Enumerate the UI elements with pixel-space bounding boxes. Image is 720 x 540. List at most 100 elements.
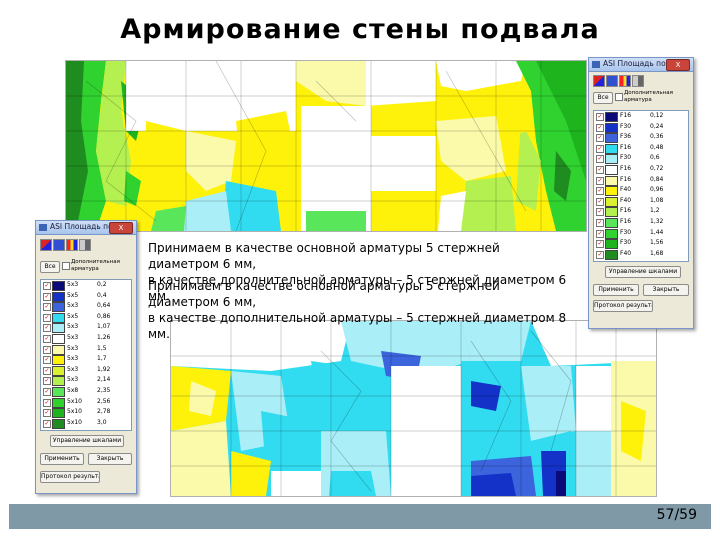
legend-row[interactable]: ✓ 5x10 3,0 xyxy=(41,418,131,429)
legend-row-checkbox[interactable]: ✓ xyxy=(596,166,604,174)
legend-color-swatch xyxy=(605,249,618,260)
legend-row[interactable]: ✓ F16 0,12 xyxy=(594,111,688,122)
all-button[interactable]: Все xyxy=(40,261,60,273)
legend-row-checkbox[interactable]: ✓ xyxy=(43,356,51,365)
palette-stripes-icon[interactable] xyxy=(619,75,631,87)
legend-row-checkbox[interactable]: ✓ xyxy=(596,155,604,164)
dialog-area-x-titlebar[interactable]: ASI Площадь по X X xyxy=(589,58,693,72)
close-button[interactable]: X xyxy=(109,222,133,234)
legend-row[interactable]: ✓ 5x3 1,7 xyxy=(41,354,131,366)
legend-row[interactable]: ✓ F16 0,72 xyxy=(594,164,688,175)
legend-row[interactable]: ✓ F16 1,32 xyxy=(594,217,688,228)
legend-row-checkbox[interactable]: ✓ xyxy=(43,419,51,428)
legend-row-checkbox[interactable]: ✓ xyxy=(596,176,604,185)
palette-blue-icon[interactable] xyxy=(53,239,65,251)
legend-color-swatch xyxy=(52,355,65,366)
legend-row-checkbox[interactable]: ✓ xyxy=(43,335,51,343)
palette-gray-icon[interactable] xyxy=(79,239,91,251)
legend-row[interactable]: ✓ F30 0,6 xyxy=(594,153,688,165)
legend-color-swatch xyxy=(52,281,65,291)
report-button[interactable]: Протокол результатов xyxy=(40,471,100,483)
legend-row[interactable]: ✓ 5x8 2,35 xyxy=(41,386,131,397)
legend-row-checkbox[interactable]: ✓ xyxy=(43,398,51,407)
legend-row-checkbox[interactable]: ✓ xyxy=(43,313,51,322)
manage-scales-button[interactable]: Управление шкалами xyxy=(50,435,124,447)
palette-red-blue-icon[interactable] xyxy=(40,239,52,251)
legend-row[interactable]: ✓ F36 0,36 xyxy=(594,132,688,144)
palette-gray-icon[interactable] xyxy=(632,75,644,87)
additional-checkbox[interactable] xyxy=(615,93,623,101)
legend-row[interactable]: ✓ 5x3 1,07 xyxy=(41,322,131,334)
palette-blue-icon[interactable] xyxy=(606,75,618,87)
legend-color-swatch xyxy=(605,175,618,186)
legend-list-y[interactable]: ✓ 5x3 0,2 ✓ 5x5 0,4 ✓ 5x3 0,64 ✓ 5x5 0,86 ✓ 5x3 1,07 ✓ 5… xyxy=(40,279,132,431)
legend-row-checkbox[interactable]: ✓ xyxy=(596,197,604,206)
legend-row[interactable]: ✓ F40 1,08 xyxy=(594,196,688,207)
legend-row-value: 1,07 xyxy=(97,323,111,331)
manage-scales-button[interactable]: Управление шкалами xyxy=(605,266,681,278)
legend-row[interactable]: ✓ F30 0,24 xyxy=(594,122,688,133)
report-button[interactable]: Протокол результатов xyxy=(593,300,653,312)
dialog-area-x-title: ASI Площадь по X xyxy=(603,59,674,68)
legend-row[interactable]: ✓ 5x3 0,64 xyxy=(41,301,131,313)
legend-row[interactable]: ✓ 5x3 2,14 xyxy=(41,375,131,387)
dialog-area-y[interactable]: ASI Площадь по Y X Все Дополнительная ар… xyxy=(35,220,137,494)
legend-row-checkbox[interactable]: ✓ xyxy=(596,240,604,249)
legend-row-value: 1,5 xyxy=(97,344,107,352)
legend-row-value: 2,14 xyxy=(97,376,111,384)
legend-row-checkbox[interactable]: ✓ xyxy=(43,345,51,354)
all-button[interactable]: Все xyxy=(593,92,613,104)
apply-button[interactable]: Применить xyxy=(40,453,84,465)
legend-row-checkbox[interactable]: ✓ xyxy=(43,377,51,386)
palette-stripes-icon[interactable] xyxy=(66,239,78,251)
legend-row-checkbox[interactable]: ✓ xyxy=(43,366,51,375)
legend-row[interactable]: ✓ 5x3 1,5 xyxy=(41,344,131,355)
legend-row-checkbox[interactable]: ✓ xyxy=(43,282,51,290)
legend-row[interactable]: ✓ F40 1,68 xyxy=(594,249,688,260)
legend-row[interactable]: ✓ 5x10 2,78 xyxy=(41,407,131,419)
legend-row-checkbox[interactable]: ✓ xyxy=(43,409,51,418)
close-dialog-button[interactable]: Закрыть xyxy=(643,284,689,296)
legend-row[interactable]: ✓ F30 1,44 xyxy=(594,228,688,239)
legend-row[interactable]: ✓ F30 1,56 xyxy=(594,238,688,250)
dialog-area-y-titlebar[interactable]: ASI Площадь по Y X xyxy=(36,221,136,235)
legend-row[interactable]: ✓ 5x3 1,92 xyxy=(41,365,131,376)
dialog-area-x[interactable]: ASI Площадь по X X Все Дополнительная ар… xyxy=(588,57,694,329)
close-dialog-button[interactable]: Закрыть xyxy=(88,453,132,465)
legend-row[interactable]: ✓ F16 1,2 xyxy=(594,206,688,218)
legend-row-checkbox[interactable]: ✓ xyxy=(596,113,604,121)
legend-list-x[interactable]: ✓ F16 0,12 ✓ F30 0,24 ✓ F36 0,36 ✓ F16 0,48 ✓ F30 0,6 ✓… xyxy=(593,110,689,262)
legend-row-checkbox[interactable]: ✓ xyxy=(596,250,604,259)
legend-row[interactable]: ✓ 5x3 0,2 xyxy=(41,280,131,291)
legend-row[interactable]: ✓ 5x5 0,4 xyxy=(41,291,131,302)
legend-row-checkbox[interactable]: ✓ xyxy=(43,303,51,312)
additional-checkbox[interactable] xyxy=(62,262,70,270)
apply-button[interactable]: Применить xyxy=(593,284,639,296)
legend-row-value: 0,12 xyxy=(650,112,664,119)
legend-row-checkbox[interactable]: ✓ xyxy=(596,144,604,153)
close-button[interactable]: X xyxy=(666,59,690,71)
legend-row-checkbox[interactable]: ✓ xyxy=(596,219,604,227)
palette-red-blue-icon[interactable] xyxy=(593,75,605,87)
legend-row[interactable]: ✓ 5x3 1,26 xyxy=(41,333,131,344)
legend-row-checkbox[interactable]: ✓ xyxy=(596,134,604,143)
legend-row-code: 5x3 xyxy=(67,365,79,373)
legend-row[interactable]: ✓ F16 0,48 xyxy=(594,143,688,154)
legend-row-code: F16 xyxy=(620,112,632,119)
legend-row-checkbox[interactable]: ✓ xyxy=(43,388,51,396)
legend-color-swatch xyxy=(52,302,65,313)
legend-row-checkbox[interactable]: ✓ xyxy=(596,123,604,132)
legend-row-checkbox[interactable]: ✓ xyxy=(596,187,604,196)
legend-row[interactable]: ✓ 5x10 2,56 xyxy=(41,397,131,408)
legend-row-checkbox[interactable]: ✓ xyxy=(596,229,604,238)
legend-row-code: 5x5 xyxy=(67,291,79,299)
legend-row-checkbox[interactable]: ✓ xyxy=(43,324,51,333)
legend-row-checkbox[interactable]: ✓ xyxy=(43,292,51,301)
legend-row[interactable]: ✓ F16 0,84 xyxy=(594,175,688,186)
legend-row[interactable]: ✓ 5x5 0,86 xyxy=(41,312,131,323)
legend-row-checkbox[interactable]: ✓ xyxy=(596,208,604,217)
legend-color-swatch xyxy=(52,376,65,387)
reinforcement-map-x[interactable] xyxy=(65,60,587,232)
legend-row[interactable]: ✓ F40 0,96 xyxy=(594,185,688,197)
reinforcement-map-y[interactable] xyxy=(170,320,657,497)
